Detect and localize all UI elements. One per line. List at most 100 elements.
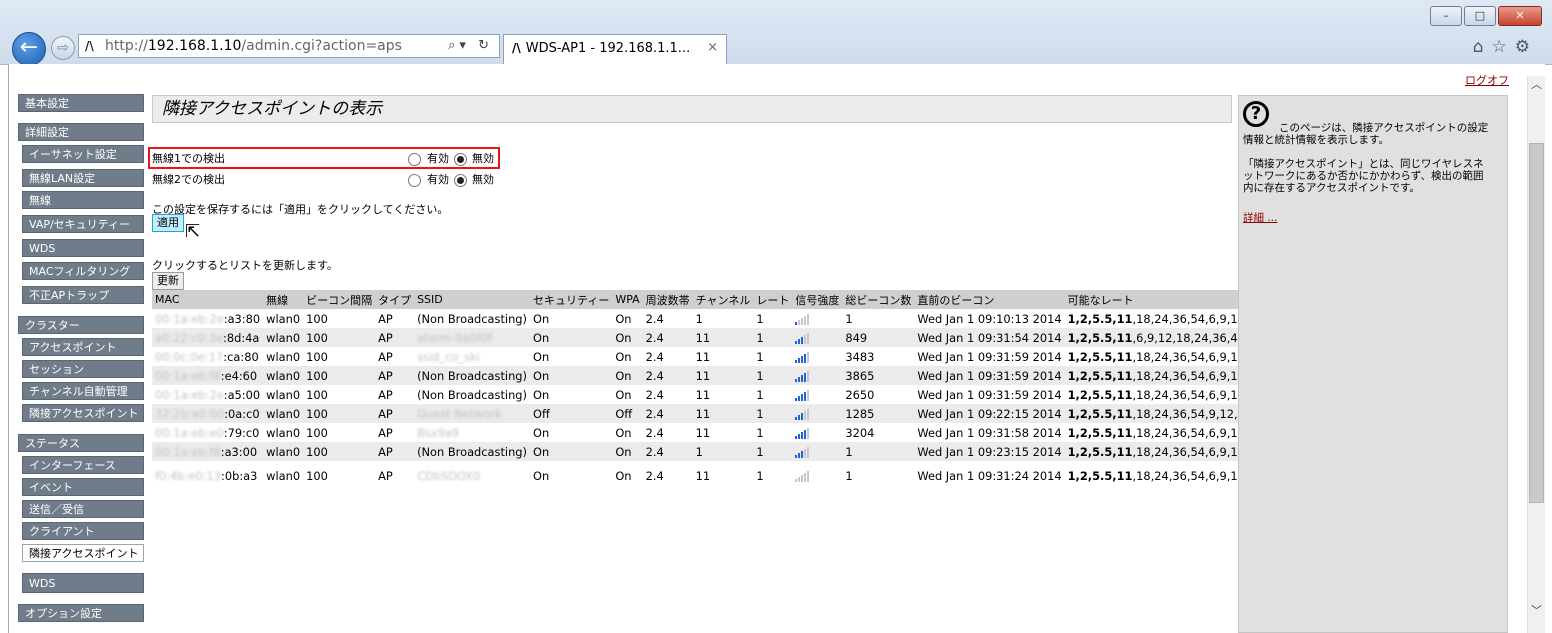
table-row: f0:4b:e0:13:0b:a3 wlan0 100 AP CDbSDOX0 On On 2… (152, 461, 1266, 491)
address-bar[interactable]: /\ http://192.168.1.10/admin.cgi?action=a… (78, 34, 500, 58)
mac-cell: 00:1a:eb:e0:79:c0 (152, 423, 263, 442)
col-last-beacon: 直前のビーコン (914, 290, 1065, 309)
sidebar-item-wlan[interactable]: 無線LAN設定 (22, 169, 144, 187)
sidebar-item-wds-status[interactable]: WDS (22, 573, 144, 593)
home-favorites-settings-icon[interactable]: ⌂☆⚙ (1473, 37, 1538, 57)
sidebar-item-clients[interactable]: クライアント (22, 522, 144, 540)
beacon-cell: 100 (306, 469, 328, 483)
mac-cell: 32:2b:a0:00:0a:c0 (152, 404, 264, 423)
sidebar-item-advanced[interactable]: 詳細設定 (18, 123, 144, 141)
signal-bar (801, 475, 804, 482)
ssid-text: (Non Broadcasting) (417, 444, 527, 459)
rates-cell: 1,2,5.5,11,18,24,36,54,6,9,12,48 (1065, 385, 1266, 404)
radio1-enable-radio[interactable] (408, 153, 421, 166)
mac-suffix: :ca:80 (223, 349, 259, 364)
sidebar-item-tx-rx[interactable]: 送信／受信 (22, 500, 144, 518)
signal-bar (798, 433, 801, 439)
ssid-cell: aterm-9a0f0f (414, 328, 530, 347)
mac-suffix: :8d:4a (223, 330, 260, 345)
maximize-button[interactable]: □ (1464, 6, 1496, 26)
mac-redacted: a0:22:c0:3e (155, 330, 223, 345)
security-cell: On (532, 349, 550, 364)
scroll-down-icon[interactable]: ﹀ (1528, 602, 1545, 619)
sidebar-item-access-points[interactable]: アクセスポイント (22, 338, 144, 356)
ssid-cell: (Non Broadcasting) (414, 385, 530, 404)
mac-cell: a0:22:c0:3e:8d:4a (152, 328, 264, 347)
sidebar-item-rogue-ap[interactable]: 不正APトラップ (22, 286, 144, 304)
signal-bar (801, 450, 804, 458)
logout-link[interactable]: ログオフ (1465, 72, 1509, 88)
browser-tab[interactable]: /\ WDS-AP1 - 192.168.1.1... × (503, 34, 727, 64)
sidebar-item-neighbor-ap[interactable]: 隣接アクセスポイント (22, 544, 144, 562)
beacon-cell: 100 (303, 328, 376, 347)
col-type: タイプ (375, 290, 415, 309)
refresh-note: クリックするとリストを更新します。 (152, 259, 338, 272)
signal-cell (792, 366, 843, 385)
signal-bar (801, 355, 804, 363)
refresh-button[interactable]: 更新 (152, 272, 184, 290)
last-beacon-cell: Wed Jan 1 09:31:54 2014 (914, 328, 1065, 347)
signal-bar (798, 338, 801, 344)
sidebar-item-channel-mgmt[interactable]: チャンネル自動管理 (22, 382, 144, 400)
sidebar-item-status[interactable]: ステータス (18, 434, 144, 452)
sidebar-item-mac-filter[interactable]: MACフィルタリング (22, 262, 144, 280)
signal-bar (807, 313, 810, 325)
sidebar-item-events[interactable]: イベント (22, 478, 144, 496)
mac-cell: 00:1a:eb:2e:a3:80 (152, 309, 263, 328)
sidebar-item-wireless[interactable]: 無線 (22, 191, 144, 209)
total-beacons-cell: 1285 (842, 404, 915, 423)
back-button[interactable]: ← (12, 32, 46, 66)
total-beacons-cell: 2650 (845, 387, 875, 402)
radio2-enable-radio[interactable] (408, 174, 421, 187)
radio-cell: wlan0 (266, 311, 301, 326)
signal-bar (798, 477, 801, 482)
sidebar-item-vap-security[interactable]: VAP/セキュリティー (22, 215, 144, 233)
mac-suffix: :a3:80 (223, 311, 261, 326)
signal-bar (795, 435, 798, 439)
radio1-disable-radio[interactable] (454, 153, 467, 166)
basic-rates: 1,2,5.5,11 (1067, 444, 1133, 459)
signal-bar (804, 429, 807, 439)
signal-bar (804, 473, 807, 482)
rates-cell: 1,2,5.5,11,18,24,36,54,6,9,12,48 (1065, 461, 1266, 491)
wpa-cell: On (615, 349, 632, 364)
signal-bar (795, 340, 798, 344)
mac-cell: 00:1a:eb:2e:a5:00 (152, 385, 263, 404)
col-total-beacons: 総ビーコン数 (842, 290, 915, 309)
beacon-cell: 100 (306, 349, 328, 364)
band-cell: 2.4 (642, 404, 693, 423)
sidebar-item-ethernet[interactable]: イーサネット設定 (22, 145, 144, 163)
apply-button[interactable]: 適用 (152, 214, 184, 232)
total-beacons-cell: 1 (842, 442, 915, 461)
radio-cell: wlan0 (263, 366, 304, 385)
sidebar-item-basic[interactable]: 基本設定 (18, 94, 144, 112)
channel-cell: 11 (692, 366, 754, 385)
sidebar-item-neighbor-ap-cluster[interactable]: 隣接アクセスポイント (22, 404, 144, 422)
col-rate: レート (753, 290, 793, 309)
minimize-button[interactable]: – (1430, 6, 1462, 26)
radio2-disable-radio[interactable] (454, 174, 467, 187)
channel-cell: 1 (695, 311, 703, 326)
rate-cell: 1 (753, 404, 793, 423)
tab-close-icon[interactable]: × (707, 35, 718, 61)
sidebar-item-cluster[interactable]: クラスター (18, 316, 144, 334)
mac-redacted: 00:1a:eb:f8 (155, 368, 221, 383)
beacon-cell: 100 (303, 442, 376, 461)
help-more-link[interactable]: 詳細 ... (1243, 212, 1277, 224)
sidebar-item-options[interactable]: オプション設定 (18, 604, 144, 622)
scroll-thumb[interactable] (1529, 143, 1544, 503)
forward-button[interactable]: ⇨ (51, 36, 75, 60)
sidebar-item-wds[interactable]: WDS (22, 239, 144, 257)
scroll-up-icon[interactable]: ︿ (1528, 76, 1545, 93)
help-text-definition: 「隣接アクセスポイント」とは、同じワイヤレスネットワークにあるか否かにかかわらず… (1243, 158, 1484, 194)
beacon-cell: 100 (306, 387, 328, 402)
sidebar-item-interfaces[interactable]: インターフェース (22, 456, 144, 474)
close-window-button[interactable]: ✕ (1498, 6, 1542, 26)
vertical-scrollbar[interactable]: ︿ ﹀ (1527, 76, 1545, 633)
total-beacons-cell: 1 (845, 469, 853, 483)
signal-strength-icon (795, 351, 810, 363)
mac-redacted: 00:1a:eb:2e (155, 311, 224, 326)
sidebar-item-sessions[interactable]: セッション (22, 360, 144, 378)
search-refresh-icon[interactable]: ⌕▾ ↻ (448, 35, 493, 57)
security-cell: On (532, 387, 550, 402)
